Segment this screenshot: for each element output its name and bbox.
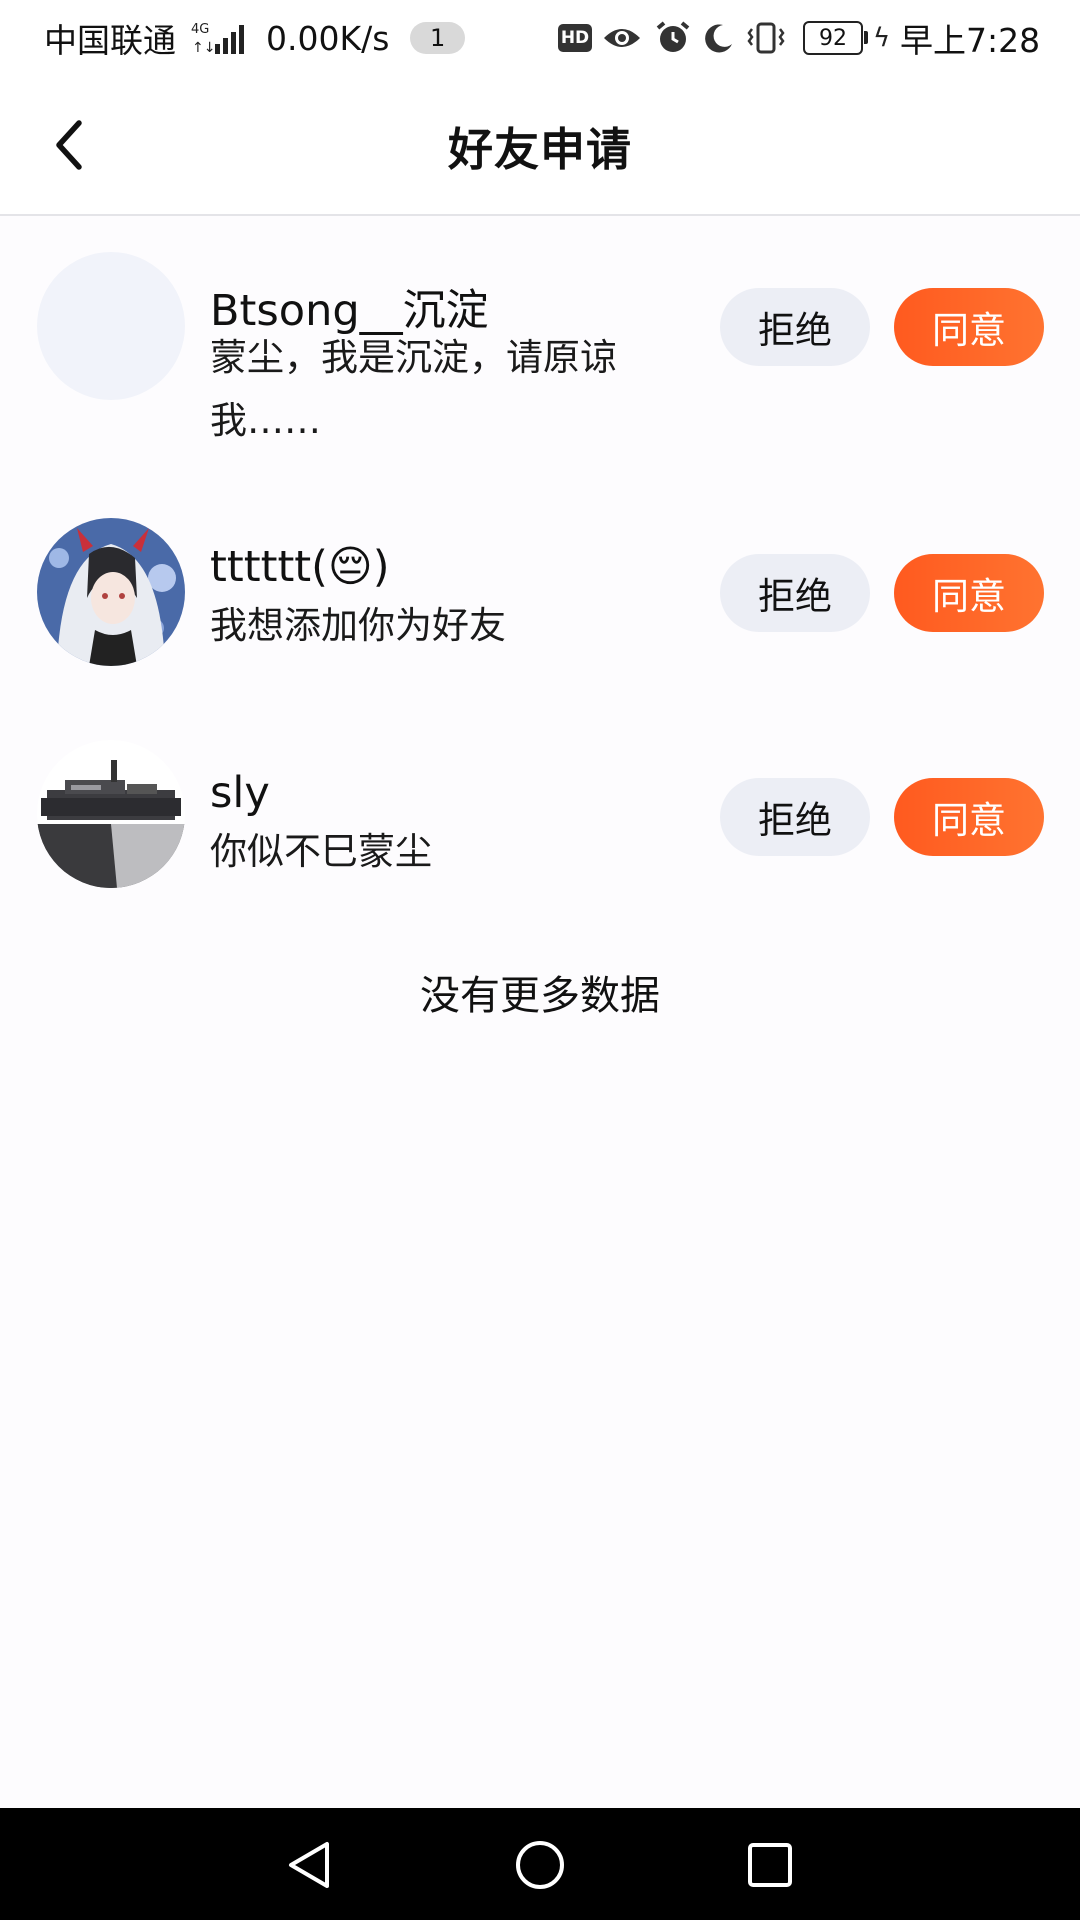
requester-name: tttttt(😔) <box>210 542 390 592</box>
alarm-icon <box>655 0 691 76</box>
network-type-label: 4G <box>191 22 209 37</box>
nav-home-button[interactable] <box>505 1830 575 1900</box>
top-header: 好友申请 <box>0 76 1080 216</box>
reject-button[interactable]: 拒绝 <box>720 288 870 366</box>
battery-level: 92 <box>803 21 868 55</box>
avatar[interactable] <box>37 518 185 666</box>
hd-icon: HD <box>558 0 592 76</box>
charging-icon: ϟ <box>873 23 891 53</box>
triangle-back-icon <box>289 1842 329 1888</box>
nav-back-button[interactable] <box>275 1830 345 1900</box>
system-navigation-bar <box>0 1808 1080 1920</box>
notification-count: 1 <box>410 22 466 54</box>
friend-request-item: tttttt(😔) 我想添加你为好友 拒绝 同意 <box>0 518 1080 678</box>
hd-label: HD <box>558 24 592 52</box>
friend-request-item: Btsong__沉淀 蒙尘，我是沉淀，请原谅我…… 拒绝 同意 <box>0 250 1080 460</box>
circle-home-icon <box>516 1841 564 1889</box>
moon-icon <box>703 0 735 76</box>
accept-button[interactable]: 同意 <box>894 778 1044 856</box>
accept-button[interactable]: 同意 <box>894 554 1044 632</box>
reject-button[interactable]: 拒绝 <box>720 778 870 856</box>
status-bar: 中国联通 4G ↑↓ 0.00K/s 1 HD 92 ϟ 早上7:28 <box>0 0 1080 76</box>
avatar[interactable] <box>37 740 185 888</box>
svg-text:↑↓: ↑↓ <box>192 40 215 56</box>
network-speed: 0.00K/s <box>266 18 390 58</box>
nav-recent-button[interactable] <box>735 1830 805 1900</box>
reject-button[interactable]: 拒绝 <box>720 554 870 632</box>
request-message: 我想添加你为好友 <box>210 604 506 647</box>
request-message: 蒙尘，我是沉淀，请原谅我…… <box>210 336 617 442</box>
carrier-name: 中国联通 <box>44 21 176 60</box>
requester-name: sly <box>210 768 270 818</box>
eye-icon <box>602 0 642 76</box>
signal-icon: 4G ↑↓ <box>191 0 249 76</box>
square-recent-icon <box>748 1843 792 1887</box>
request-message: 你似不巳蒙尘 <box>210 830 432 873</box>
battery-indicator: 92 ϟ <box>803 0 890 76</box>
friend-request-item: sly 你似不巳蒙尘 拒绝 同意 <box>0 740 1080 900</box>
vibrate-icon <box>746 0 786 76</box>
clock: 早上7:28 <box>900 21 1041 60</box>
accept-button[interactable]: 同意 <box>894 288 1044 366</box>
no-more-data-label: 没有更多数据 <box>420 973 660 1019</box>
page-title: 好友申请 <box>447 122 632 176</box>
notification-badge: 1 <box>410 0 466 76</box>
avatar[interactable] <box>37 252 185 400</box>
